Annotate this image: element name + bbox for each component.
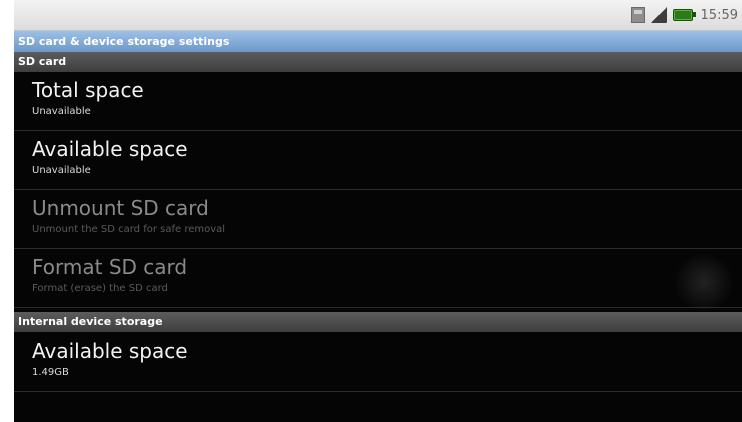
- pref-title: Available space: [32, 137, 188, 161]
- pref-internal-available-space[interactable]: Available space 1.49GB: [14, 333, 742, 392]
- status-time: 15:59: [700, 7, 738, 23]
- screen-glare: [674, 252, 734, 312]
- pref-sd-available-space[interactable]: Available space Unavailable: [14, 131, 742, 190]
- sd-card-icon: [630, 7, 645, 23]
- device-screen: 15:59 SD card & device storage settings …: [14, 0, 742, 422]
- page-title: SD card & device storage settings: [14, 31, 742, 52]
- pref-title: Format SD card: [32, 255, 188, 279]
- pref-title: Available space: [32, 339, 188, 363]
- status-bar: 15:59: [14, 0, 742, 31]
- section-header-internal-storage: Internal device storage: [14, 312, 742, 332]
- pref-summary: Unavailable: [32, 106, 91, 117]
- pref-title: Total space: [32, 78, 144, 102]
- pref-summary: 1.49GB: [32, 367, 69, 378]
- section-header-sd-card: SD card: [14, 52, 742, 72]
- pref-format-sd-card: Format SD card Format (erase) the SD car…: [14, 249, 742, 308]
- pref-title: Unmount SD card: [32, 196, 209, 220]
- pref-unmount-sd-card: Unmount SD card Unmount the SD card for …: [14, 190, 742, 249]
- pref-summary: Format (erase) the SD card: [32, 283, 168, 294]
- battery-icon: [672, 9, 696, 21]
- status-icons: 15:59: [630, 7, 738, 23]
- pref-summary: Unavailable: [32, 165, 91, 176]
- signal-icon: [650, 7, 667, 23]
- pref-summary: Unmount the SD card for safe removal: [32, 224, 226, 235]
- pref-total-space[interactable]: Total space Unavailable: [14, 72, 742, 131]
